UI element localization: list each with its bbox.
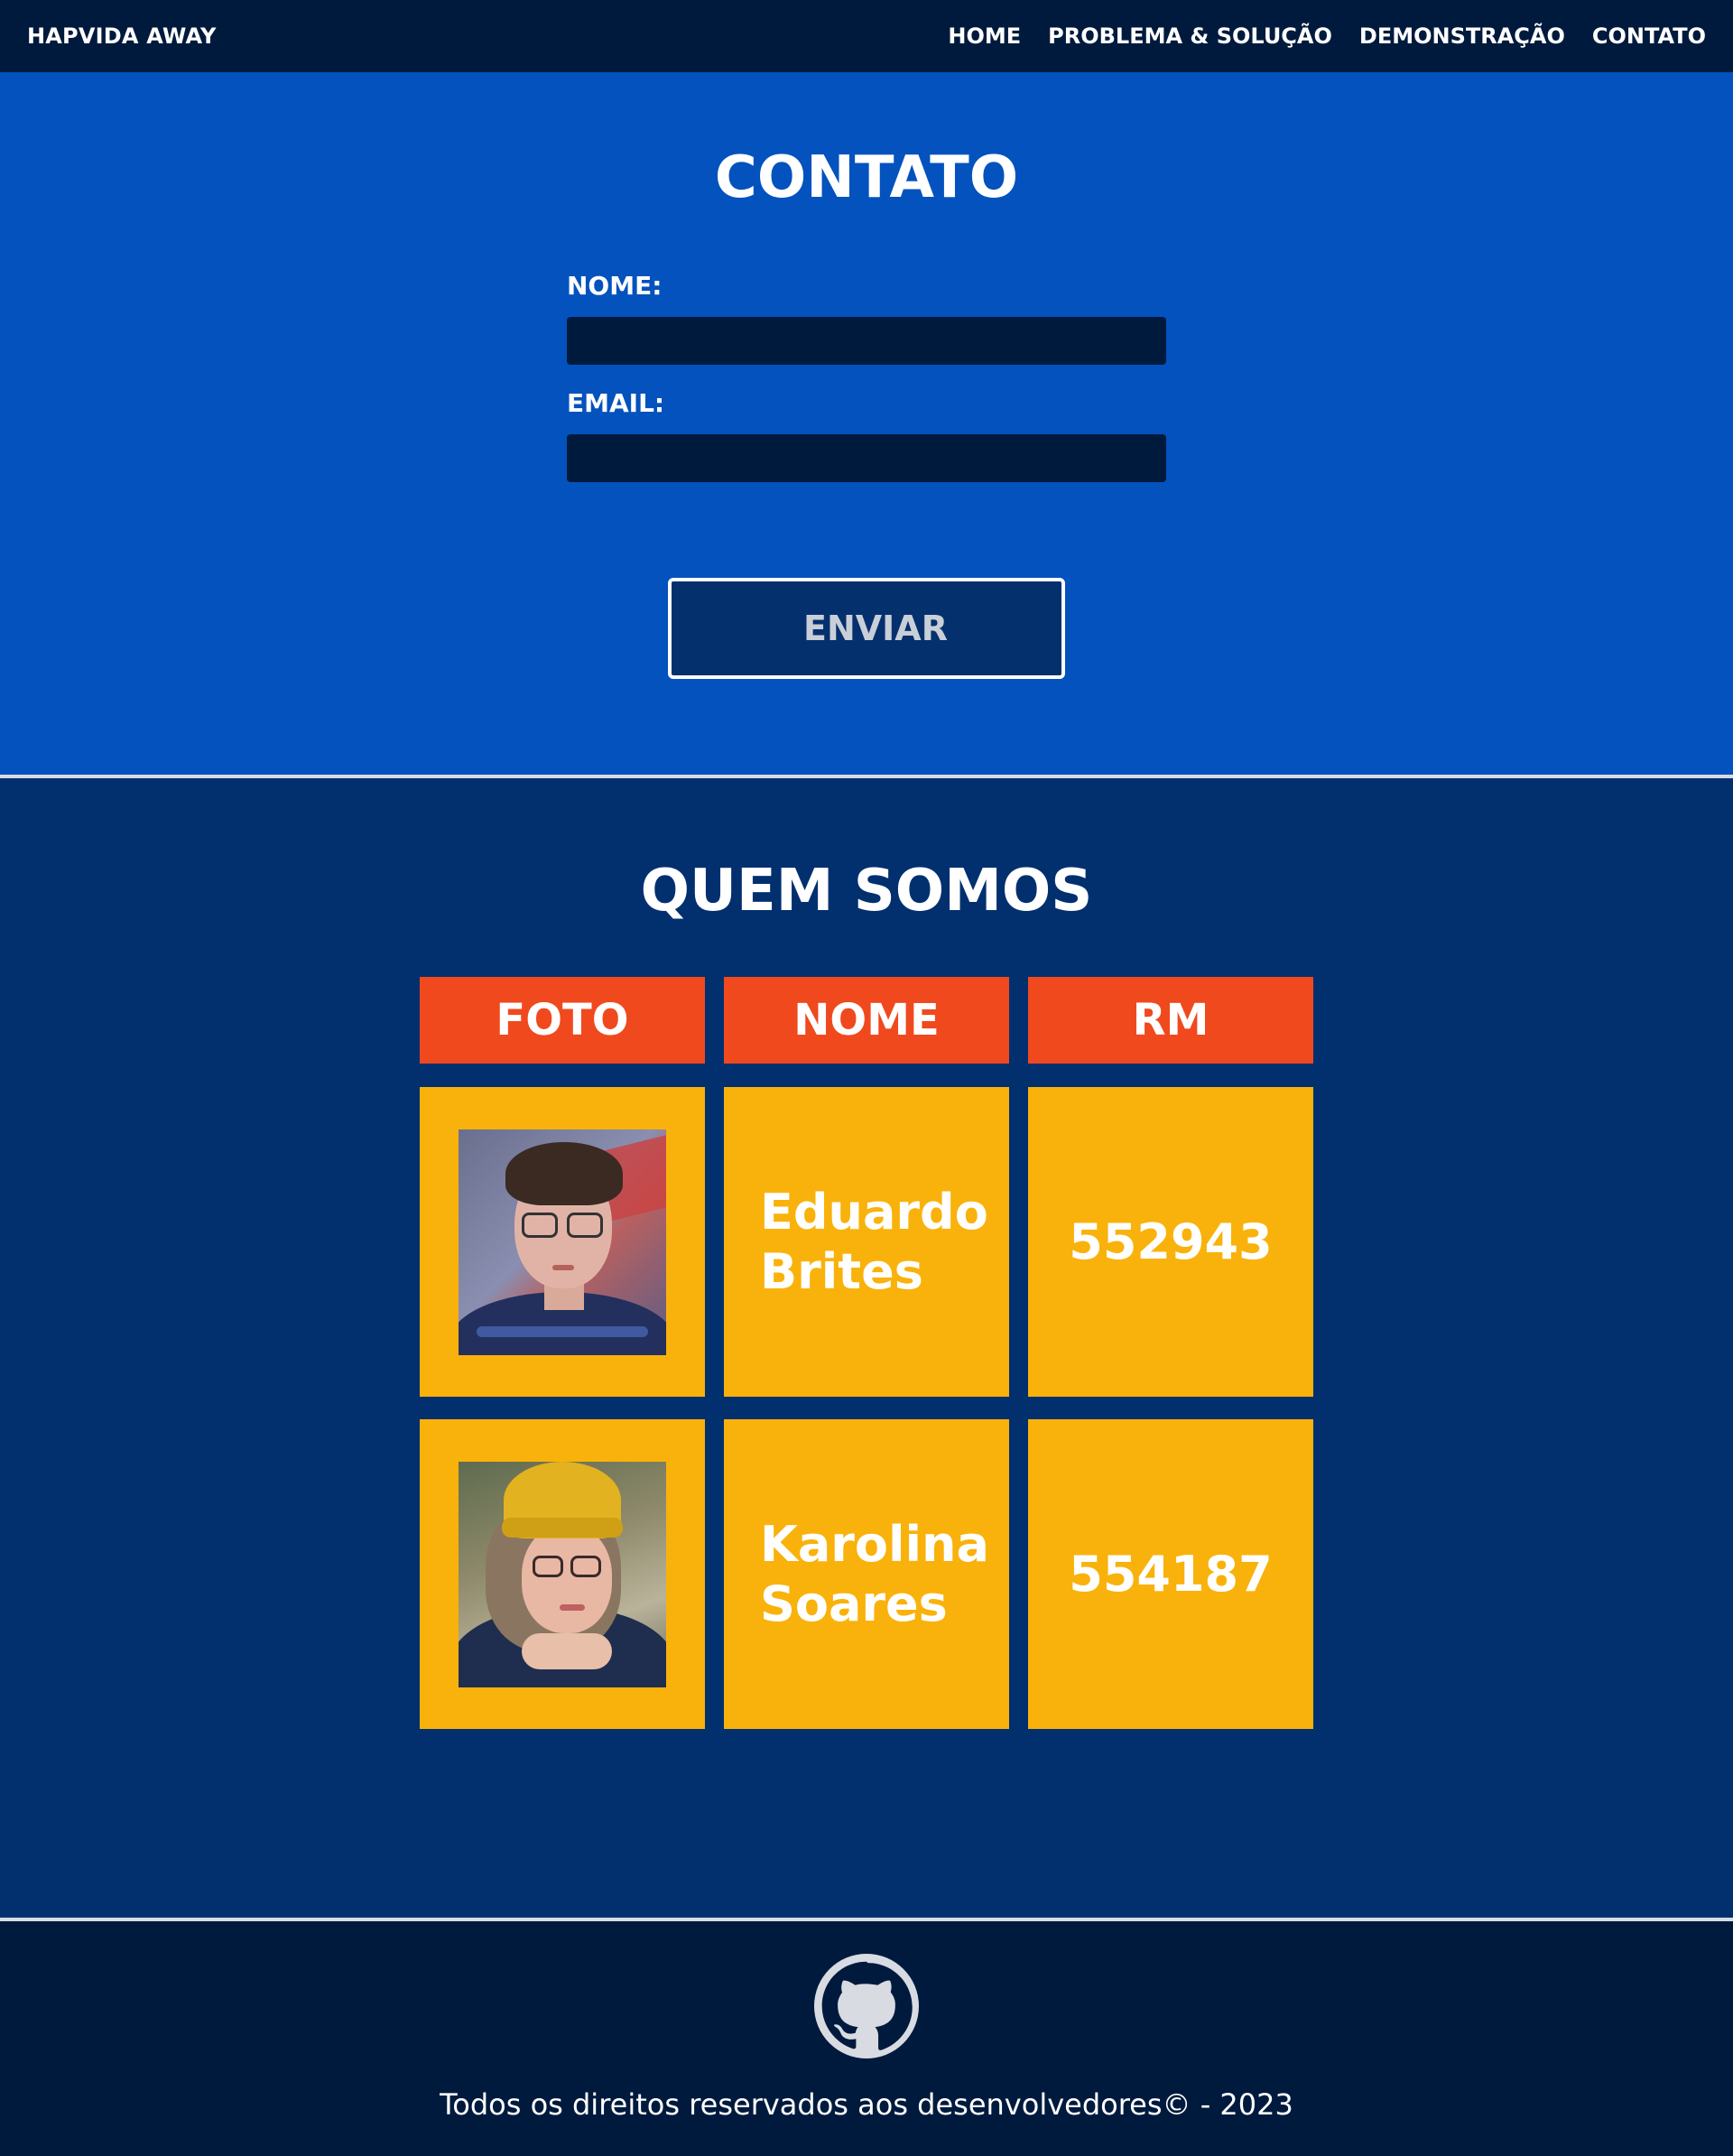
contact-title: CONTATO bbox=[714, 144, 1019, 211]
brand-logo[interactable]: HAPVIDA AWAY bbox=[27, 23, 217, 49]
header-foto: FOTO bbox=[420, 977, 705, 1064]
table-row-rm-cell: 554187 bbox=[1028, 1419, 1313, 1729]
contact-section: CONTATO NOME: EMAIL: ENVIAR bbox=[0, 72, 1733, 775]
table-row-photo-cell bbox=[420, 1419, 705, 1729]
footer: Todos os direitos reservados aos desenvo… bbox=[0, 1921, 1733, 2156]
team-section: QUEM SOMOS FOTO NOME RM Eduardo Brites 5… bbox=[0, 778, 1733, 1918]
send-button[interactable]: ENVIAR bbox=[668, 578, 1065, 679]
member-name-last: Soares bbox=[760, 1575, 948, 1632]
nav-links: HOME PROBLEMA & SOLUÇÃO DEMONSTRAÇÃO CON… bbox=[948, 23, 1706, 49]
table-row-rm-cell: 552943 bbox=[1028, 1087, 1313, 1397]
nav-link-contato[interactable]: CONTATO bbox=[1592, 23, 1706, 49]
table-row-photo-cell bbox=[420, 1087, 705, 1397]
member-name-last: Brites bbox=[760, 1242, 923, 1300]
member-rm: 552943 bbox=[1069, 1213, 1273, 1270]
nav-link-home[interactable]: HOME bbox=[948, 23, 1021, 49]
nav-link-demonstracao[interactable]: DEMONSTRAÇÃO bbox=[1359, 23, 1565, 49]
table-row-name-cell: Eduardo Brites bbox=[724, 1087, 1009, 1397]
copyright-text: Todos os direitos reservados aos desenvo… bbox=[440, 2087, 1293, 2122]
header-rm: RM bbox=[1028, 977, 1313, 1064]
team-title: QUEM SOMOS bbox=[640, 858, 1093, 925]
member-photo-eduardo bbox=[459, 1129, 666, 1355]
member-name-first: Karolina bbox=[760, 1515, 989, 1573]
member-name: Eduardo Brites bbox=[760, 1183, 988, 1302]
name-label: NOME: bbox=[567, 271, 663, 301]
member-name: Karolina Soares bbox=[760, 1515, 989, 1634]
navbar: HAPVIDA AWAY HOME PROBLEMA & SOLUÇÃO DEM… bbox=[0, 0, 1733, 72]
table-row-name-cell: Karolina Soares bbox=[724, 1419, 1009, 1729]
email-label: EMAIL: bbox=[567, 388, 665, 418]
member-rm: 554187 bbox=[1069, 1546, 1273, 1603]
name-input[interactable] bbox=[567, 317, 1166, 365]
nav-link-problema-solucao[interactable]: PROBLEMA & SOLUÇÃO bbox=[1048, 23, 1332, 49]
github-link[interactable] bbox=[814, 1954, 919, 2058]
github-icon bbox=[814, 1954, 919, 2058]
header-nome: NOME bbox=[724, 977, 1009, 1064]
email-input[interactable] bbox=[567, 434, 1166, 482]
member-name-first: Eduardo bbox=[760, 1183, 988, 1241]
member-photo-karolina bbox=[459, 1461, 666, 1687]
